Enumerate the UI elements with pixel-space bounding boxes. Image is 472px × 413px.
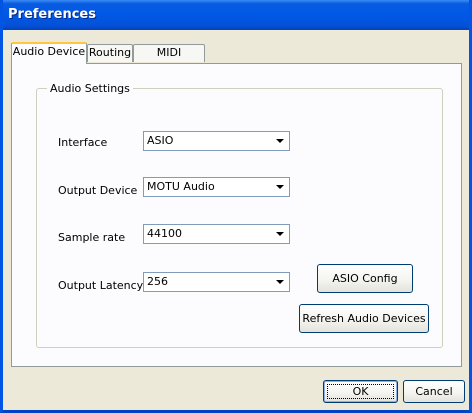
tab-audio-device[interactable]: Audio Device <box>11 42 87 64</box>
preferences-window: Preferences Audio Device Routing MIDI De… <box>0 0 472 413</box>
tab-routing[interactable]: Routing <box>87 44 133 62</box>
chevron-down-icon[interactable] <box>272 179 288 195</box>
output-latency-label: Output Latency <box>58 279 144 292</box>
output-device-value: MOTU Audio <box>147 180 215 193</box>
refresh-audio-devices-button[interactable]: Refresh Audio Devices <box>299 304 429 333</box>
tab-midi-devices[interactable]: MIDI Devices <box>133 44 205 75</box>
window-title: Preferences <box>8 7 96 22</box>
asio-config-button[interactable]: ASIO Config <box>317 264 413 293</box>
output-latency-value: 256 <box>147 275 168 288</box>
output-latency-select[interactable]: 256 <box>143 272 290 292</box>
ok-button[interactable]: OK <box>323 380 398 403</box>
sample-rate-value: 44100 <box>147 227 182 240</box>
interface-value: ASIO <box>147 134 174 147</box>
sample-rate-select[interactable]: 44100 <box>143 224 290 244</box>
interface-label: Interface <box>58 136 108 149</box>
chevron-down-icon[interactable] <box>272 133 288 149</box>
interface-select[interactable]: ASIO <box>143 131 290 151</box>
chevron-down-icon[interactable] <box>272 274 288 290</box>
chevron-down-icon[interactable] <box>272 226 288 242</box>
output-device-select[interactable]: MOTU Audio <box>143 177 290 197</box>
title-bar: Preferences <box>3 0 469 30</box>
output-device-label: Output Device <box>58 184 138 197</box>
focus-indicator <box>327 384 394 399</box>
cancel-button[interactable]: Cancel <box>403 380 465 403</box>
audio-settings-legend: Audio Settings <box>47 82 133 95</box>
sample-rate-label: Sample rate <box>58 231 126 244</box>
